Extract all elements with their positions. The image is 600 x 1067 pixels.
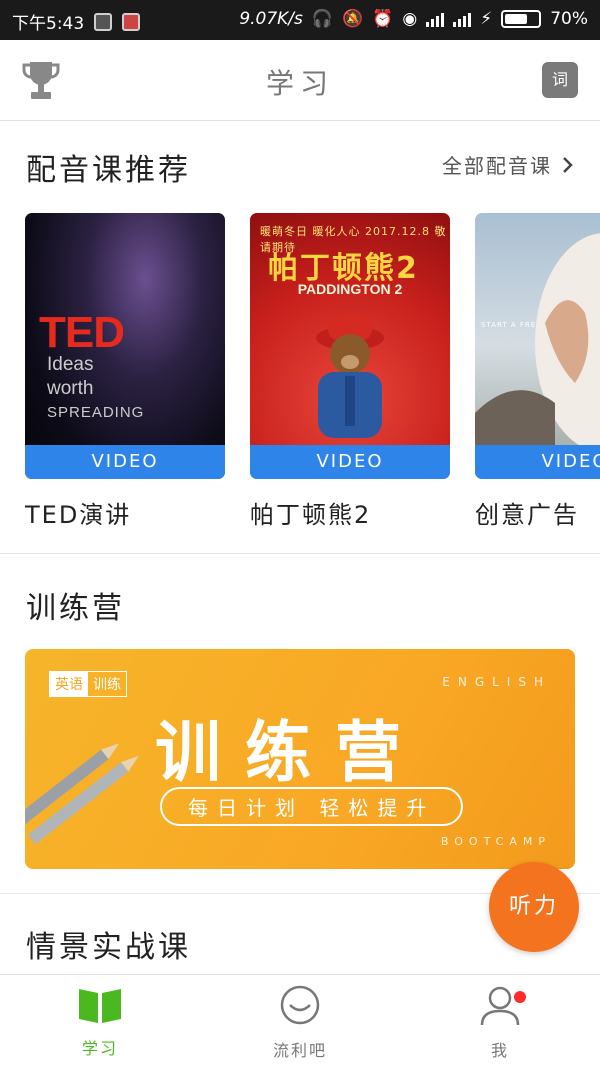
status-time: 下午5:43	[12, 14, 85, 34]
pencils-illustration	[25, 743, 139, 845]
card-label: 帕丁顿熊2	[250, 501, 372, 529]
charging-icon: ⚡	[480, 9, 493, 29]
bootcamp-banner[interactable]: 英语 训练 ENGLISH 训练营 每日计划 轻松提升 BOOTCAMP	[25, 649, 575, 869]
headphone-icon: 🎧	[311, 9, 334, 29]
banner-headline: 训练营	[155, 714, 425, 791]
section-title-bootcamp: 训练营	[26, 591, 125, 626]
see-all-dubbing-link[interactable]: 全部配音课	[442, 150, 574, 179]
notification-icon	[94, 12, 113, 31]
dubbing-card[interactable]: TED Ideas worth SPREADING VIDEO TED演讲	[25, 213, 225, 530]
notification-dot	[514, 991, 526, 1003]
net-speed: 9.07K/s	[239, 9, 303, 29]
nav-item-community[interactable]: 流利吧	[240, 985, 360, 1061]
smile-bubble-icon	[280, 985, 320, 1025]
nav-item-study[interactable]: 学习	[40, 985, 160, 1059]
book-icon	[79, 989, 121, 1023]
video-badge: VIDEO	[25, 445, 225, 479]
battery-icon	[501, 10, 542, 28]
alarm-icon: ⏰	[372, 9, 394, 29]
banner-slogan: 每日计划 轻松提升	[160, 787, 464, 826]
chevron-right-icon	[563, 156, 573, 173]
nav-label: 我	[490, 1041, 509, 1060]
section-title-scenario: 情景实战课	[26, 930, 191, 965]
status-bar: 下午5:43 9.07K/s 🎧 🔕 ⏰ ◉ ⚡ 70%	[0, 0, 600, 40]
mute-icon: 🔕	[342, 9, 364, 29]
dubbing-card[interactable]: START A FRESH LIFE VIDEO 创意广告	[475, 213, 600, 530]
signal-icon	[453, 11, 472, 27]
card-thumbnail: 暖萌冬日 暖化人心 2017.12.8 敬请期待 帕丁顿熊2 PADDINGTO…	[250, 213, 450, 479]
nav-label: 流利吧	[272, 1041, 327, 1060]
egg-illustration	[475, 233, 600, 445]
wifi-icon: ◉	[402, 9, 418, 29]
section-title-dubbing: 配音课推荐	[26, 153, 191, 188]
ted-tagline: Ideas worth SPREADING	[47, 354, 145, 421]
see-all-label: 全部配音课	[442, 154, 552, 178]
ted-logo: TED	[39, 308, 125, 357]
app-header: 学习 词	[0, 40, 600, 121]
nav-item-me[interactable]: 我	[440, 985, 560, 1061]
bear-illustration	[316, 316, 384, 438]
listening-float-button[interactable]: 听力	[489, 862, 579, 952]
nav-label: 学习	[81, 1039, 118, 1058]
page-title: 学习	[265, 67, 334, 100]
video-badge: VIDEO	[250, 445, 450, 479]
dubbing-card[interactable]: 暖萌冬日 暖化人心 2017.12.8 敬请期待 帕丁顿熊2 PADDINGTO…	[250, 213, 450, 530]
card-label: TED演讲	[25, 501, 132, 529]
notification-icon	[122, 12, 141, 31]
signal-icon	[426, 11, 445, 27]
banner-english: ENGLISH	[442, 675, 551, 689]
poster-subtitle: PADDINGTON 2	[297, 281, 403, 297]
battery-level: 70%	[550, 9, 588, 29]
banner-footer: BOOTCAMP	[440, 835, 551, 848]
video-badge: VIDEO	[475, 445, 600, 479]
dictionary-button[interactable]: 词	[542, 62, 578, 98]
banner-tag: 英语 训练	[49, 671, 127, 697]
card-thumbnail: START A FRESH LIFE VIDEO	[475, 213, 600, 479]
card-thumbnail: TED Ideas worth SPREADING VIDEO	[25, 213, 225, 479]
dubbing-card-list[interactable]: TED Ideas worth SPREADING VIDEO TED演讲 暖萌…	[0, 213, 600, 533]
section-divider	[0, 553, 600, 554]
bottom-nav: 学习 流利吧 我	[0, 974, 600, 1067]
card-label: 创意广告	[475, 501, 579, 529]
dictionary-icon-label: 词	[551, 70, 568, 89]
